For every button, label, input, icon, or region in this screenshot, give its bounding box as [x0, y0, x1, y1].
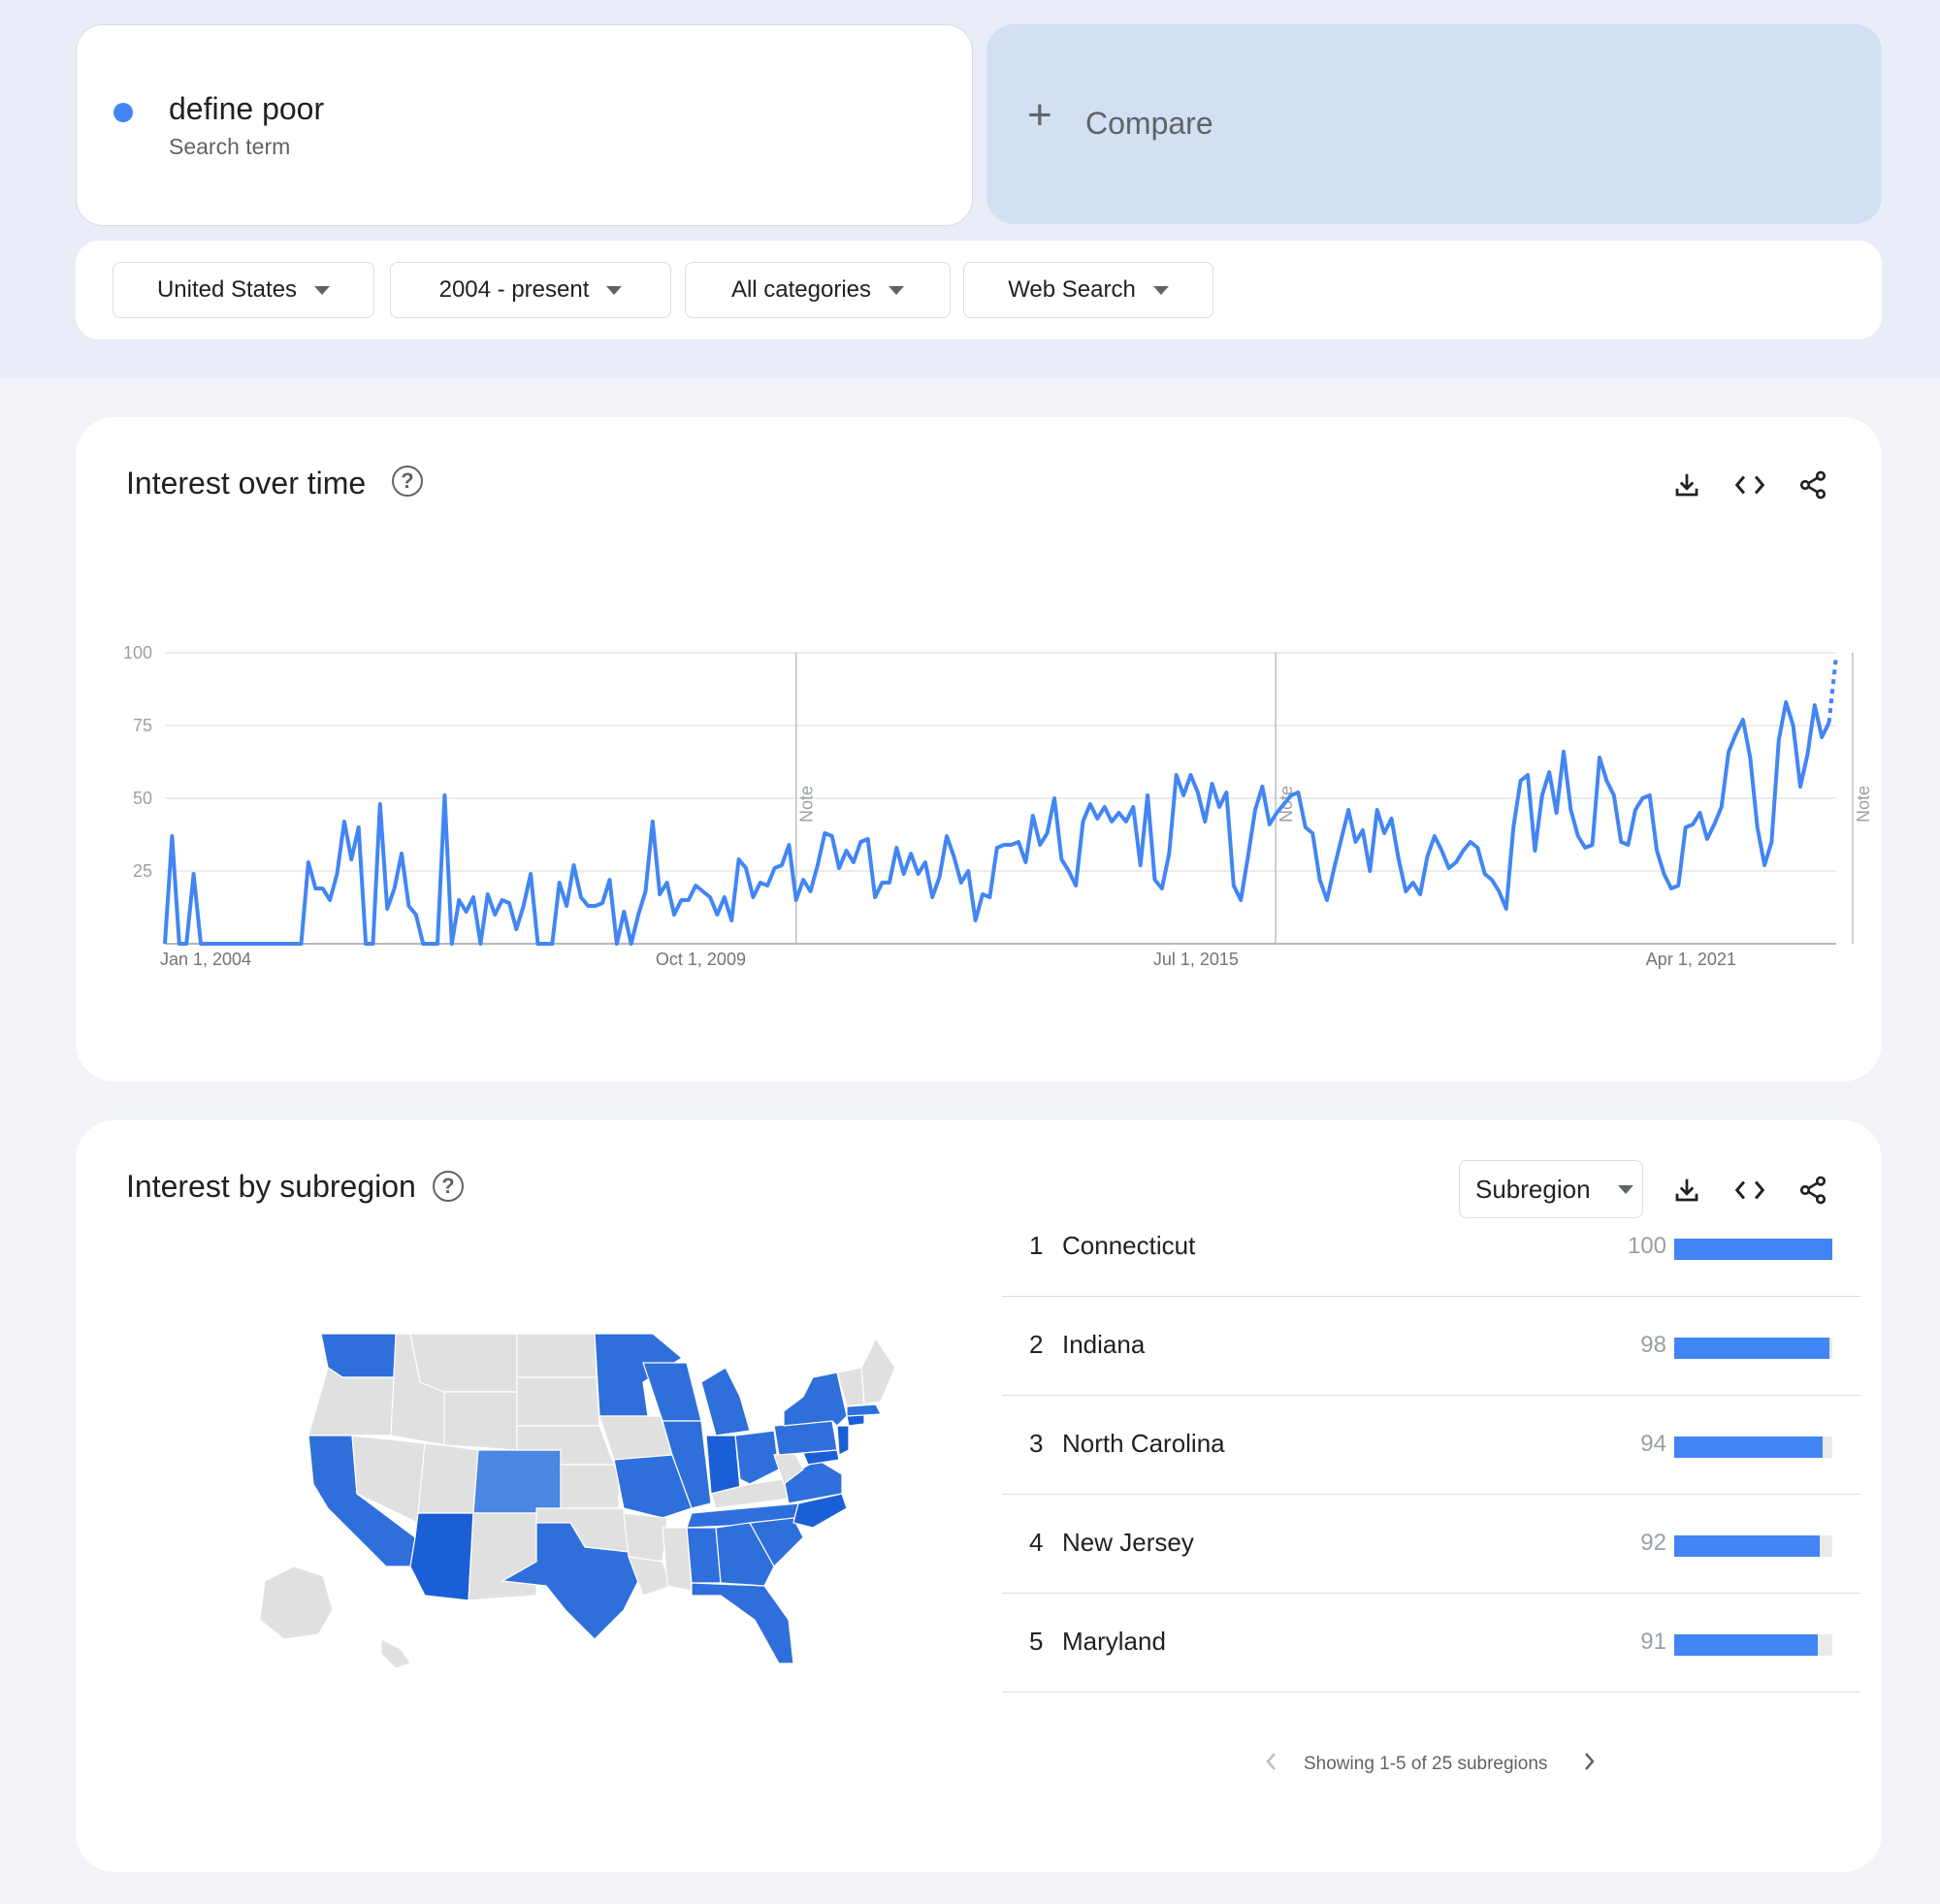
caret-down-icon — [606, 285, 623, 295]
note-label[interactable]: Note — [1854, 786, 1873, 823]
subregion-bar — [1674, 1535, 1820, 1557]
x-tick-label: Jul 1, 2015 — [1153, 950, 1239, 969]
subregion-bar-track — [1674, 1239, 1832, 1260]
subregion-row[interactable]: 2 Indiana 98 — [1002, 1297, 1860, 1396]
y-tick-label: 50 — [133, 789, 152, 808]
interest-over-time-chart[interactable]: 255075100Note Note NoteJan 1, 2004 Oct 1, 2… — [76, 417, 1882, 1081]
subregion-value: 98 — [1640, 1332, 1666, 1358]
time-range-filter[interactable]: 2004 - present — [390, 262, 671, 318]
map-state-oregon[interactable] — [307, 1367, 397, 1436]
caret-down-icon — [1617, 1184, 1633, 1194]
x-tick-label: Jan 1, 2004 — [160, 950, 251, 969]
region-filter-label: United States — [156, 276, 298, 303]
pagination-text: Showing 1-5 of 25 subregions — [1304, 1754, 1548, 1774]
subregion-bar — [1674, 1436, 1824, 1458]
map-state-iowa[interactable] — [598, 1415, 673, 1461]
y-tick-label: 100 — [123, 643, 152, 662]
rank-number: 3 — [1029, 1429, 1044, 1458]
search-term-subtitle: Search term — [169, 134, 291, 159]
map-state-arizona[interactable] — [409, 1512, 474, 1601]
subregion-name: Maryland — [1062, 1627, 1166, 1656]
subregion-bar-track — [1674, 1338, 1832, 1359]
subregion-bar-track — [1674, 1634, 1832, 1656]
rank-number: 1 — [1029, 1231, 1044, 1260]
subregion-row[interactable]: 1 Connecticut 100 — [1002, 1198, 1860, 1297]
subregion-name: New Jersey — [1062, 1528, 1194, 1557]
caret-down-icon — [889, 285, 905, 295]
note-label[interactable]: Note — [797, 786, 817, 823]
x-tick-label: Oct 1, 2009 — [656, 950, 746, 969]
map-state-new-mexico[interactable] — [468, 1512, 537, 1601]
plus-icon: + — [1027, 91, 1052, 139]
category-filter[interactable]: All categories — [685, 262, 951, 318]
series-line[interactable] — [163, 700, 1831, 946]
map-state-montana[interactable] — [409, 1333, 518, 1393]
interest-over-time-card: Interest over time ? 25 50 75 100 Note Note No… — [76, 417, 1882, 1081]
partial-data-segment — [1827, 655, 1838, 724]
subregion-bar — [1674, 1338, 1829, 1359]
subregion-bar — [1674, 1239, 1832, 1260]
map-state-kansas[interactable] — [560, 1464, 620, 1509]
chevron-right-icon[interactable] — [1569, 1742, 1608, 1781]
y-tick-label: 75 — [133, 716, 152, 735]
y-tick-label: 25 — [133, 861, 152, 881]
subregion-bar-track — [1674, 1436, 1832, 1458]
term-color-dot — [113, 103, 133, 122]
caret-down-icon — [1152, 285, 1169, 295]
subregion-value: 94 — [1640, 1431, 1666, 1457]
interest-by-subregion-title: Interest by subregion — [126, 1169, 416, 1204]
subregion-value: 100 — [1627, 1233, 1666, 1259]
subregion-bar-track — [1674, 1535, 1832, 1557]
map-state-wisconsin[interactable] — [642, 1362, 702, 1422]
map-state-new-jersey[interactable] — [836, 1425, 850, 1456]
map-state-alaska[interactable] — [259, 1565, 334, 1640]
chevron-left-icon[interactable] — [1252, 1742, 1291, 1781]
compare-button[interactable]: + Compare — [986, 24, 1882, 224]
map-state-south-dakota[interactable] — [516, 1376, 600, 1427]
subregion-name: Indiana — [1062, 1330, 1146, 1359]
us-subregion-map[interactable] — [236, 1329, 895, 1678]
map-state-north-dakota[interactable] — [516, 1333, 598, 1378]
region-filter[interactable]: United States — [113, 262, 374, 318]
search-term-card[interactable]: define poor Search term — [76, 24, 973, 226]
map-state-hawaii[interactable] — [380, 1638, 411, 1669]
subregion-value: 91 — [1640, 1629, 1666, 1655]
caret-down-icon — [314, 285, 331, 295]
map-state-ohio[interactable] — [734, 1430, 780, 1485]
category-filter-label: All categories — [730, 276, 872, 303]
map-state-arkansas[interactable] — [623, 1512, 668, 1563]
map-state-michigan[interactable] — [700, 1367, 751, 1436]
map-state-maine[interactable] — [860, 1337, 895, 1405]
filter-bar: United States 2004 - present All categor… — [76, 241, 1882, 339]
time-range-filter-label: 2004 - present — [438, 276, 590, 303]
search-type-filter-label: Web Search — [1008, 276, 1136, 303]
search-term[interactable]: define poor — [169, 91, 324, 127]
x-tick-label: Apr 1, 2021 — [1646, 950, 1736, 969]
search-type-filter[interactable]: Web Search — [963, 262, 1213, 318]
map-state-wyoming[interactable] — [443, 1391, 518, 1451]
subregion-row[interactable]: 3 North Carolina 94 — [1002, 1396, 1860, 1495]
map-state-indiana[interactable] — [705, 1435, 741, 1495]
interest-by-subregion-card: Interest by subregion ? Subregion 1 Conn… — [76, 1120, 1882, 1872]
subregion-name: Connecticut — [1062, 1231, 1196, 1260]
rank-number: 4 — [1029, 1528, 1044, 1557]
map-state-utah[interactable] — [417, 1442, 479, 1514]
map-state-colorado[interactable] — [472, 1449, 562, 1514]
rank-number: 2 — [1029, 1330, 1044, 1359]
subregion-name: North Carolina — [1062, 1429, 1225, 1458]
subregion-value: 92 — [1640, 1530, 1666, 1556]
map-state-alabama[interactable] — [686, 1527, 722, 1584]
map-state-florida[interactable] — [691, 1582, 794, 1664]
subregion-row[interactable]: 5 Maryland 91 — [1002, 1594, 1860, 1693]
map-state-new-york[interactable] — [783, 1372, 848, 1427]
map-state-maryland[interactable] — [802, 1449, 840, 1466]
rank-number: 5 — [1029, 1627, 1044, 1656]
help-icon[interactable]: ? — [433, 1171, 464, 1202]
subregion-row[interactable]: 4 New Jersey 92 — [1002, 1495, 1860, 1594]
subregion-bar — [1674, 1634, 1819, 1656]
compare-label: Compare — [1085, 106, 1213, 141]
